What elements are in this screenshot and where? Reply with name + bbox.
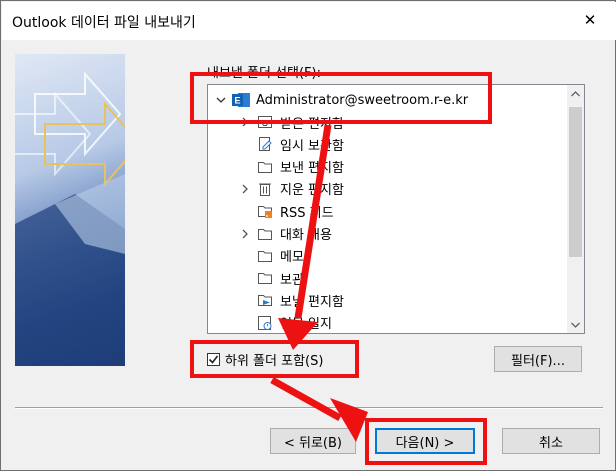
tree-item-label: RSS 피드 (280, 205, 334, 221)
filter-button[interactable]: 필터(F)... (494, 346, 582, 372)
chevron-right-icon[interactable] (238, 182, 252, 196)
tree-item[interactable]: 임시 보관함 (238, 133, 344, 155)
tree-item-label: 보관 (280, 272, 304, 288)
tree-item-label: 업무 일지 (280, 317, 332, 333)
folder-icon (256, 247, 274, 265)
tree-item[interactable]: 메모 (238, 245, 304, 267)
checkbox-box[interactable] (207, 353, 220, 366)
close-button[interactable]: ✕ (570, 4, 610, 36)
include-subfolders-checkbox[interactable]: 하위 폴더 포함(S) (207, 350, 323, 369)
chevron-up-icon (571, 90, 580, 96)
window-title: Outlook 데이터 파일 내보내기 (12, 15, 196, 31)
tree-item[interactable]: 지운 편지함 (238, 178, 344, 200)
chevron-right-icon[interactable] (238, 227, 252, 241)
inbox-icon (256, 113, 274, 131)
chevron-right-icon[interactable] (238, 115, 252, 129)
back-button[interactable]: < 뒤로(B) (270, 428, 356, 454)
folder-tree[interactable]: E Administrator@sweetroom.r-e.kr 받은 편지함임… (207, 84, 585, 334)
folder-icon (256, 269, 274, 287)
cancel-button[interactable]: 취소 (502, 428, 600, 454)
tree-item[interactable]: 업무 일지 (238, 312, 332, 334)
rss-icon (256, 202, 274, 220)
tree-root-label: Administrator@sweetroom.r-e.kr (256, 92, 469, 108)
checkmark-icon (208, 355, 219, 364)
svg-text:E: E (234, 96, 240, 106)
close-icon: ✕ (583, 11, 597, 29)
scroll-thumb[interactable] (569, 107, 582, 257)
tree-item[interactable]: 보관 (238, 267, 304, 289)
tree-root-item[interactable]: E Administrator@sweetroom.r-e.kr (214, 89, 468, 111)
include-subfolders-label: 하위 폴더 포함(S) (225, 354, 324, 369)
journal-icon (256, 314, 274, 332)
outbox-icon (256, 291, 274, 309)
tree-item-label: 보낸 편지함 (280, 161, 344, 177)
folder-icon (256, 225, 274, 243)
outlook-icon: E (232, 91, 250, 109)
folder-icon (256, 158, 274, 176)
tree-item[interactable]: 대화 내용 (238, 223, 332, 245)
trash-icon (256, 180, 274, 198)
chevron-down-icon[interactable] (214, 93, 228, 107)
drafts-icon (256, 135, 274, 153)
tree-item-label: 임시 보관함 (280, 138, 344, 154)
tree-scrollbar[interactable] (567, 85, 584, 333)
title-bar: Outlook 데이터 파일 내보내기 ✕ (2, 2, 616, 40)
scroll-up-button[interactable] (567, 85, 584, 102)
tree-item[interactable]: RSS 피드 (238, 200, 334, 222)
tree-item-label: 대화 내용 (280, 228, 332, 243)
footer-separator (15, 407, 603, 409)
wizard-side-graphic (15, 54, 125, 366)
tree-item-label: 지운 편지함 (280, 183, 344, 199)
next-button[interactable]: 다음(N) > (375, 428, 475, 454)
tree-item[interactable]: 보낸 편지함 (238, 156, 344, 178)
scroll-down-button[interactable] (567, 316, 584, 333)
tree-item-label: 메모 (280, 250, 304, 266)
tree-item[interactable]: 받은 편지함 (238, 111, 344, 133)
chevron-down-icon (571, 322, 580, 328)
tree-item-label: 받은 편지함 (280, 116, 344, 132)
tree-item[interactable]: 보낼 편지함 (238, 289, 344, 311)
wizard-arrows-icon (15, 71, 125, 366)
tree-item-label: 보낼 편지함 (280, 294, 344, 310)
folder-select-label: 내보낼 폴더 선택(F): (207, 66, 321, 81)
